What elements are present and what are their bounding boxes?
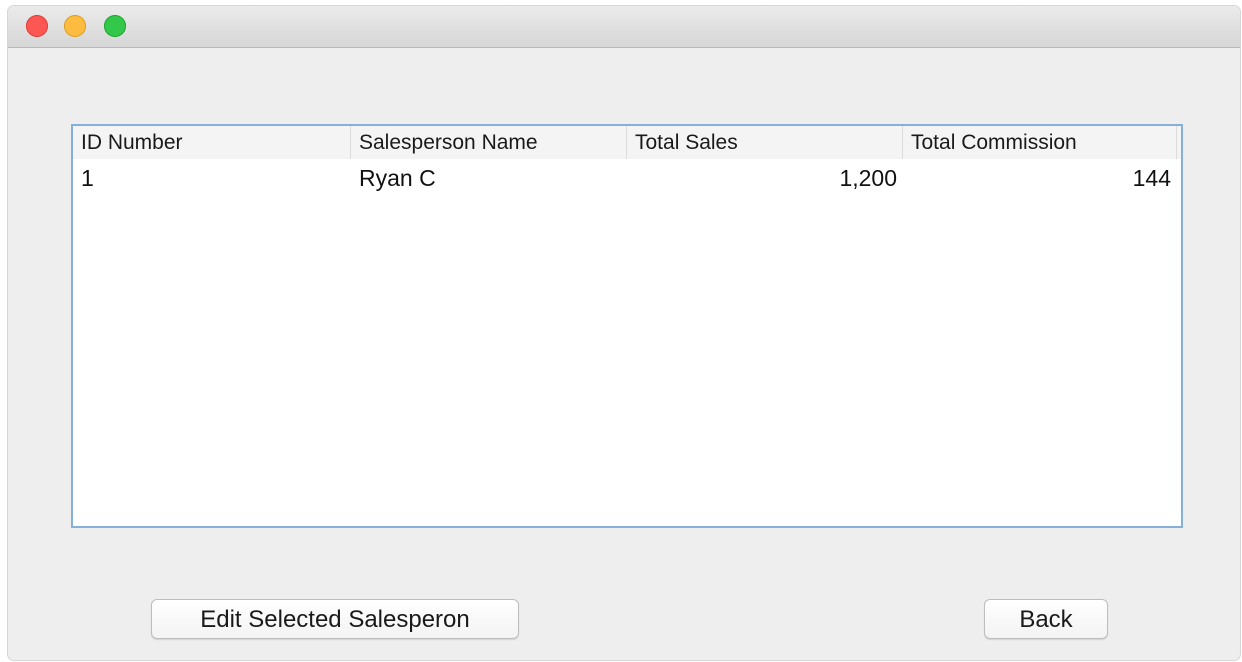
- app-window: ID Number Salesperson Name Total Sales T…: [8, 6, 1240, 660]
- table-row[interactable]: 1 Ryan C 1,200 144: [73, 159, 1181, 197]
- cell-salesperson-name: Ryan C: [359, 165, 436, 191]
- cell-total-sales: 1,200: [839, 165, 897, 191]
- column-header-total-commission[interactable]: Total Commission: [903, 126, 1177, 159]
- column-header-salesperson-name[interactable]: Salesperson Name: [351, 126, 627, 159]
- back-button[interactable]: Back: [984, 599, 1108, 639]
- salesperson-table[interactable]: ID Number Salesperson Name Total Sales T…: [71, 124, 1183, 528]
- column-header-total-sales[interactable]: Total Sales: [627, 126, 903, 159]
- minimize-window-button[interactable]: [64, 15, 86, 37]
- edit-selected-salesperson-button[interactable]: Edit Selected Salesperon: [151, 599, 519, 639]
- zoom-window-button[interactable]: [104, 15, 126, 37]
- title-bar: [8, 6, 1240, 48]
- cell-total-commission: 144: [1132, 165, 1171, 191]
- table-header: ID Number Salesperson Name Total Sales T…: [73, 126, 1181, 159]
- cell-id-number: 1: [81, 165, 94, 191]
- close-window-button[interactable]: [26, 15, 48, 37]
- column-header-id-number[interactable]: ID Number: [73, 126, 351, 159]
